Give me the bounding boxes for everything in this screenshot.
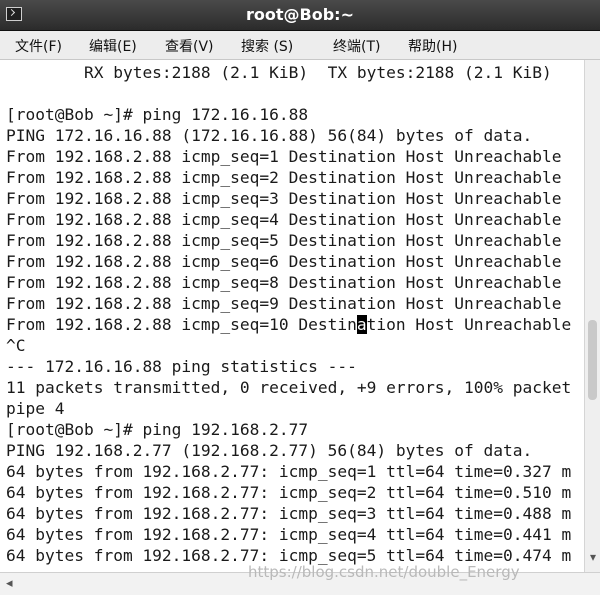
terminal-line: PING 192.168.2.77 (192.168.2.77) 56(84) … — [6, 441, 533, 460]
terminal-line: From 192.168.2.88 icmp_seq=4 Destination… — [6, 210, 562, 229]
terminal-line: From 192.168.2.88 icmp_seq=9 Destination… — [6, 294, 562, 313]
terminal-line: From 192.168.2.88 icmp_seq=6 Destination… — [6, 252, 562, 271]
scrollbar-thumb[interactable] — [588, 320, 597, 400]
terminal-line: [root@Bob ~]# ping 172.16.16.88 — [6, 105, 309, 124]
menu-file[interactable]: 文件(F) — [15, 36, 62, 56]
menu-bar: 文件(F) 编辑(E) 查看(V) 搜索 (S) 终端(T) 帮助(H) — [0, 31, 600, 60]
terminal-line: PING 172.16.16.88 (172.16.16.88) 56(84) … — [6, 126, 533, 145]
menu-edit[interactable]: 编辑(E) — [89, 36, 137, 56]
menu-search[interactable]: 搜索 (S) — [241, 36, 293, 56]
chevron-left-icon[interactable]: ◂ — [6, 576, 13, 591]
watermark: https://blog.csdn.net/double_Energy — [248, 563, 520, 581]
cursor-line-after: tion Host Unreachable — [366, 315, 572, 334]
terminal-line: [root@Bob ~]# ping 192.168.2.77 — [6, 420, 309, 439]
terminal-line: From 192.168.2.88 icmp_seq=5 Destination… — [6, 231, 562, 250]
terminal-line-with-cursor: From 192.168.2.88 icmp_seq=10 Destinatio… — [6, 314, 571, 335]
terminal-line: --- 172.16.16.88 ping statistics --- — [6, 357, 357, 376]
terminal-line: 11 packets transmitted, 0 received, +9 e… — [6, 378, 572, 397]
terminal-line: 64 bytes from 192.168.2.77: icmp_seq=2 t… — [6, 483, 572, 502]
menu-terminal[interactable]: 终端(T) — [333, 36, 380, 56]
chevron-down-icon[interactable]: ▾ — [587, 550, 599, 564]
terminal-line: 64 bytes from 192.168.2.77: icmp_seq=1 t… — [6, 462, 572, 481]
terminal-line: 64 bytes from 192.168.2.77: icmp_seq=4 t… — [6, 525, 572, 544]
vertical-scrollbar[interactable]: ▾ — [584, 60, 600, 572]
window-title: root@Bob:~ — [246, 5, 354, 24]
terminal-line: From 192.168.2.88 icmp_seq=8 Destination… — [6, 273, 562, 292]
terminal-line: pipe 4 — [6, 399, 65, 418]
menu-view[interactable]: 查看(V) — [165, 36, 214, 56]
menu-help[interactable]: 帮助(H) — [408, 36, 457, 56]
text-cursor: a — [356, 315, 367, 334]
terminal-line: 64 bytes from 192.168.2.77: icmp_seq=3 t… — [6, 504, 572, 523]
terminal-line: ^C — [6, 336, 26, 355]
cursor-line-before: From 192.168.2.88 icmp_seq=10 Destin — [6, 315, 357, 334]
terminal-line: RX bytes:2188 (2.1 KiB) TX bytes:2188 (2… — [6, 63, 552, 82]
terminal-line: From 192.168.2.88 icmp_seq=1 Destination… — [6, 147, 562, 166]
terminal-line: From 192.168.2.88 icmp_seq=3 Destination… — [6, 189, 562, 208]
title-bar: root@Bob:~ — [0, 0, 600, 31]
terminal-output[interactable]: RX bytes:2188 (2.1 KiB) TX bytes:2188 (2… — [0, 60, 584, 572]
terminal-line: From 192.168.2.88 icmp_seq=2 Destination… — [6, 168, 562, 187]
